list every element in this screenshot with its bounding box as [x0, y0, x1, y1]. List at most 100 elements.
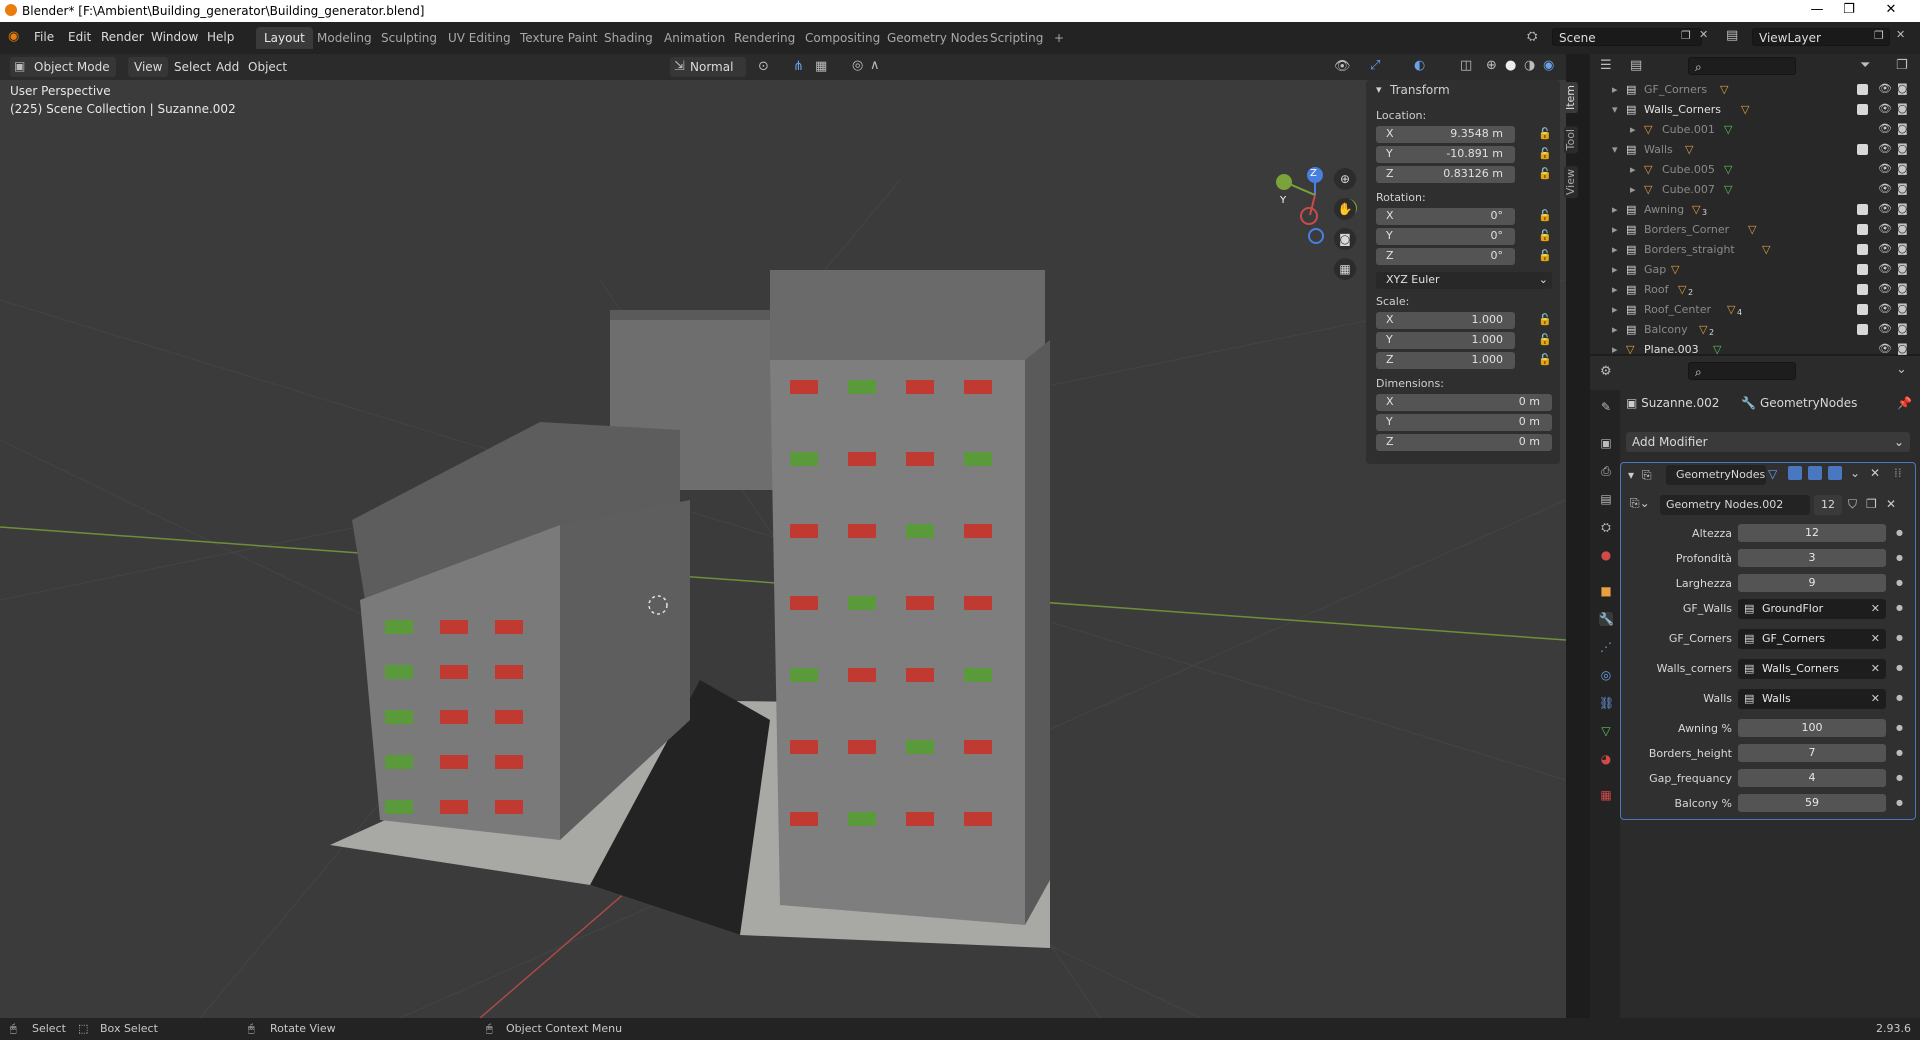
keyframe-dot-icon[interactable]: ● [1896, 528, 1903, 537]
clear-icon[interactable]: ✕ [1871, 689, 1880, 709]
scene-field[interactable]: Scene [1552, 28, 1702, 46]
new-scene-icon[interactable]: ❐ [1681, 29, 1691, 42]
render-camera-icon[interactable]: ◙ [1897, 122, 1908, 135]
tab-layout[interactable]: Layout [256, 27, 313, 49]
exclude-checkbox[interactable] [1857, 104, 1868, 115]
render-camera-icon[interactable]: ◙ [1897, 282, 1908, 295]
dimension-y-field[interactable]: Y 0 m [1376, 414, 1552, 431]
render-camera-icon[interactable]: ◙ [1897, 82, 1908, 95]
number-field[interactable]: 12 [1738, 524, 1886, 542]
fake-user-icon[interactable]: ⛉ [1848, 497, 1857, 512]
outliner-row[interactable]: ▸ ▤ Borders_Corner ▽ 👁 ◙ [1590, 220, 1920, 240]
render-toggle-icon[interactable] [1828, 466, 1842, 480]
exclude-checkbox[interactable] [1857, 84, 1868, 95]
visibility-eye-icon[interactable]: 👁 [1878, 282, 1892, 295]
snap-icon[interactable]: ⋔ [793, 59, 804, 74]
number-field[interactable]: 3 [1738, 549, 1886, 567]
outliner-row[interactable]: ▸ ▤ Roof ▽ 2 👁 ◙ [1590, 280, 1920, 300]
lock-icon[interactable]: 🔓 [1538, 313, 1552, 326]
render-camera-icon[interactable]: ◙ [1897, 222, 1908, 235]
visibility-eye-icon[interactable]: 👁 [1878, 102, 1892, 115]
chevron-down-icon[interactable]: ⌄ [1896, 362, 1907, 377]
keyframe-dot-icon[interactable]: ● [1896, 553, 1903, 562]
new-view-layer-icon[interactable]: ❐ [1874, 29, 1884, 42]
material-shading-icon[interactable]: ◑ [1524, 58, 1535, 73]
expand-arrow-icon[interactable]: ▸ [1612, 223, 1618, 236]
expand-arrow-icon[interactable]: ▸ [1612, 263, 1618, 276]
wireframe-shading-icon[interactable]: ⊕ [1486, 58, 1497, 73]
dimension-z-field[interactable]: Z 0 m [1376, 434, 1552, 451]
rotation-x-field[interactable]: X 0° [1376, 208, 1515, 225]
xray-icon[interactable]: ◫ [1460, 58, 1472, 73]
tab-tool[interactable]: Tool [1564, 126, 1578, 154]
keyframe-dot-icon[interactable]: ● [1896, 693, 1903, 702]
view-menu[interactable]: View [128, 57, 169, 77]
location-x-field[interactable]: X 9.3548 m [1376, 126, 1515, 143]
lock-icon[interactable]: 🔓 [1538, 333, 1552, 346]
tab-uv-editing[interactable]: UV Editing [440, 27, 519, 49]
remove-view-layer-icon[interactable]: ✕ [1896, 28, 1905, 41]
expand-arrow-icon[interactable]: ▸ [1612, 303, 1618, 316]
visibility-eye-icon[interactable]: 👁 [1878, 322, 1892, 335]
expand-arrow-icon[interactable]: ▸ [1630, 163, 1636, 176]
render-camera-icon[interactable]: ◙ [1897, 162, 1908, 175]
users-count[interactable]: 12 [1814, 495, 1842, 515]
viewport-toggle-icon[interactable] [1808, 466, 1822, 480]
exclude-checkbox[interactable] [1857, 244, 1868, 255]
ortho-grid-icon[interactable]: ▦ [1334, 258, 1356, 280]
object-field[interactable]: ▤ GroundFlor ✕ [1738, 599, 1886, 619]
number-field[interactable]: 7 [1738, 744, 1886, 762]
outliner-row[interactable]: ▸ ▽ Cube.005 ▽ 👁 ◙ [1590, 160, 1920, 180]
visibility-eye-icon[interactable]: 👁 [1878, 262, 1892, 275]
lock-icon[interactable]: 🔓 [1538, 209, 1552, 222]
lock-icon[interactable]: 🔓 [1538, 249, 1552, 262]
dimension-x-field[interactable]: X 0 m [1376, 394, 1552, 411]
pin-icon[interactable]: 📌 [1897, 396, 1912, 410]
exclude-checkbox[interactable] [1857, 224, 1868, 235]
outliner-row[interactable]: ▾ ▤ Walls ▽ 👁 ◙ [1590, 140, 1920, 160]
add-menu[interactable]: Add [210, 57, 245, 77]
clear-icon[interactable]: ✕ [1871, 629, 1880, 649]
filter-icon[interactable]: ⏷ [1860, 58, 1870, 73]
rotation-mode-dropdown[interactable]: XYZ Euler ⌄ [1376, 272, 1552, 289]
snap-target-icon[interactable]: ▦ [815, 59, 827, 74]
expand-arrow-icon[interactable]: ▸ [1612, 83, 1618, 96]
tab-item[interactable]: Item [1564, 82, 1578, 114]
3d-viewport[interactable]: Z Y User Perspective (225) Scene Collect… [0, 80, 1566, 1018]
exclude-checkbox[interactable] [1857, 264, 1868, 275]
rendered-shading-icon[interactable]: ◉ [1543, 58, 1554, 73]
menu-file[interactable]: File [34, 30, 54, 44]
visibility-eye-icon[interactable]: 👁 [1878, 342, 1892, 355]
collapse-arrow-icon[interactable]: ▾ [1376, 83, 1382, 96]
lock-icon[interactable]: 🔓 [1538, 167, 1552, 180]
properties-editor-type-icon[interactable]: ⚙ [1600, 364, 1612, 379]
outliner-row[interactable]: ▸ ▤ GF_Corners ▽ 👁 ◙ [1590, 80, 1920, 100]
menu-edit[interactable]: Edit [68, 30, 91, 44]
menu-help[interactable]: Help [207, 30, 234, 44]
modifier-name-field[interactable]: GeometryNodes [1666, 465, 1766, 485]
camera-view-icon[interactable]: ◙ [1334, 228, 1356, 250]
render-camera-icon[interactable]: ◙ [1897, 142, 1908, 155]
menu-window[interactable]: Window [151, 30, 198, 44]
visibility-eye-icon[interactable]: 👁 [1878, 222, 1892, 235]
maximize-button[interactable]: ❐ [1834, 2, 1864, 20]
editor-type-icon[interactable]: ☰ [1600, 58, 1612, 73]
exclude-checkbox[interactable] [1857, 144, 1868, 155]
properties-search-input[interactable]: ⌕ [1688, 362, 1796, 380]
chevron-down-icon[interactable]: ⌄ [1850, 466, 1860, 480]
tab-compositing[interactable]: Compositing [797, 27, 888, 49]
expand-arrow-icon[interactable]: ▾ [1612, 143, 1618, 156]
clear-icon[interactable]: ✕ [1871, 659, 1880, 679]
expand-arrow-icon[interactable]: ▸ [1612, 203, 1618, 216]
visibility-eye-icon[interactable]: 👁 [1878, 142, 1892, 155]
menu-render[interactable]: Render [101, 30, 144, 44]
new-collection-icon[interactable]: ❐ [1896, 58, 1908, 73]
render-camera-icon[interactable]: ◙ [1897, 202, 1908, 215]
number-field[interactable]: 100 [1738, 719, 1886, 737]
visibility-eye-icon[interactable]: 👁 [1878, 162, 1892, 175]
render-camera-icon[interactable]: ◙ [1897, 342, 1908, 355]
tab-animation[interactable]: Animation [656, 27, 733, 49]
scale-x-field[interactable]: X 1.000 [1376, 312, 1515, 329]
drag-handle-icon[interactable]: ⁞⁞ [1894, 466, 1902, 480]
lock-icon[interactable]: 🔓 [1538, 353, 1552, 366]
